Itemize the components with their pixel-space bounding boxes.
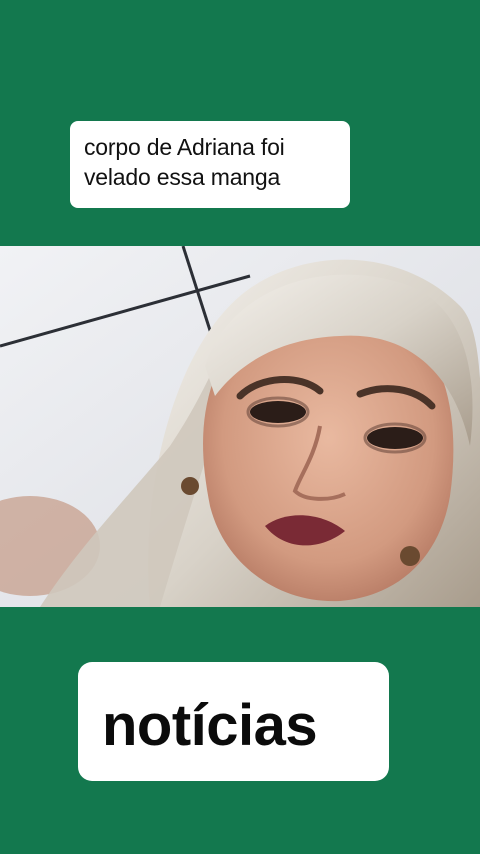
caption-line-2: velado essa manga [84, 164, 281, 190]
caption-line-1: corpo de Adriana foi [84, 134, 285, 160]
eye-left [250, 401, 306, 423]
earring-left [181, 477, 199, 495]
video-frame[interactable] [0, 246, 480, 607]
headline-text: notícias [102, 693, 318, 758]
caption-box: corpo de Adriana foi velado essa manga [70, 121, 350, 208]
earring-right [400, 546, 420, 566]
eye-right [367, 427, 423, 449]
headline-box: notícias [78, 662, 389, 781]
video-still [0, 246, 480, 607]
